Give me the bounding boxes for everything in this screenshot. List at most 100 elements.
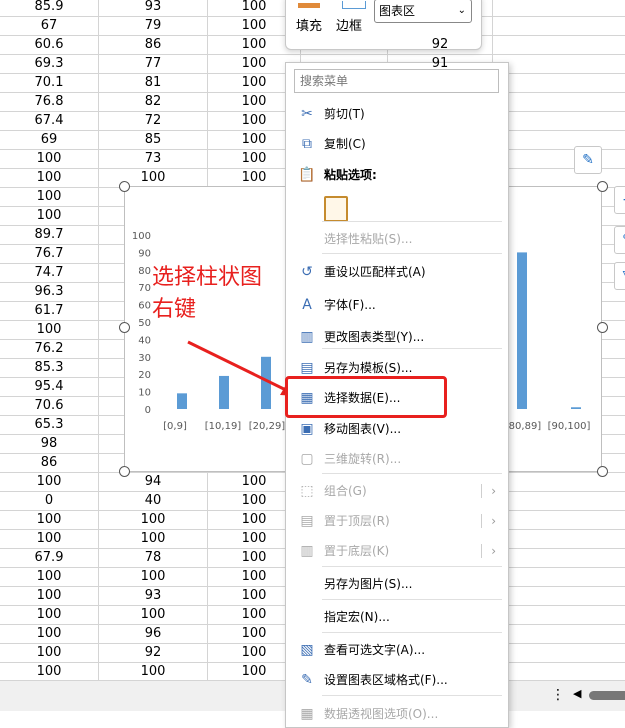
table-cell[interactable]: 72 bbox=[99, 112, 208, 131]
table-cell[interactable]: 100 bbox=[99, 511, 208, 530]
table-cell[interactable]: 76.8 bbox=[0, 93, 99, 112]
table-cell[interactable]: 100 bbox=[0, 188, 99, 207]
resize-handle[interactable] bbox=[597, 322, 608, 333]
fill-icon[interactable] bbox=[298, 3, 320, 8]
resize-handle[interactable] bbox=[119, 181, 130, 192]
menu-item[interactable]: ✎ 设置图表区域格式(F)... bbox=[286, 667, 508, 693]
menu-item[interactable]: ⧉ 复制(C) bbox=[286, 131, 508, 157]
chart-bar[interactable] bbox=[517, 252, 527, 409]
table-cell[interactable]: 96.3 bbox=[0, 283, 99, 302]
table-cell[interactable]: 77 bbox=[99, 55, 208, 74]
chart-bar[interactable] bbox=[571, 407, 581, 409]
menu-item[interactable]: ✂ 剪切(T) bbox=[286, 101, 508, 127]
table-cell[interactable] bbox=[493, 36, 625, 55]
table-cell[interactable]: 100 bbox=[0, 321, 99, 340]
table-cell[interactable]: 92 bbox=[99, 644, 208, 663]
menu-item[interactable]: A 字体(F)... bbox=[286, 292, 508, 318]
scroll-left-icon[interactable]: ◀ bbox=[573, 687, 581, 700]
menu-item[interactable]: ▧ 查看可选文字(A)... bbox=[286, 637, 508, 663]
table-cell[interactable]: 67.4 bbox=[0, 112, 99, 131]
table-cell[interactable]: 89.7 bbox=[0, 226, 99, 245]
table-cell[interactable]: 100 bbox=[99, 568, 208, 587]
table-cell[interactable]: 0 bbox=[0, 492, 99, 511]
chart-brush-icon[interactable]: ✎ bbox=[614, 226, 625, 254]
table-cell[interactable]: 100 bbox=[0, 568, 99, 587]
table-cell[interactable]: 82 bbox=[99, 93, 208, 112]
table-cell[interactable]: 76.2 bbox=[0, 340, 99, 359]
table-cell[interactable]: 85.3 bbox=[0, 359, 99, 378]
chart-style-icon[interactable]: ✎ bbox=[574, 146, 602, 174]
table-cell[interactable]: 100 bbox=[0, 150, 99, 169]
chart-bar[interactable] bbox=[219, 375, 229, 409]
chart-bar[interactable] bbox=[177, 393, 187, 409]
table-cell[interactable]: 61.7 bbox=[0, 302, 99, 321]
horizontal-scrollbar[interactable] bbox=[589, 691, 625, 700]
table-cell[interactable] bbox=[493, 644, 625, 663]
chart-filter-icon[interactable]: ▽ bbox=[614, 262, 625, 290]
fill-button[interactable]: 填充 bbox=[296, 15, 322, 34]
table-cell[interactable]: 73 bbox=[99, 150, 208, 169]
table-cell[interactable]: 85 bbox=[99, 131, 208, 150]
table-cell[interactable]: 93 bbox=[99, 587, 208, 606]
table-cell[interactable] bbox=[493, 74, 625, 93]
table-cell[interactable]: 100 bbox=[0, 587, 99, 606]
table-cell[interactable]: 100 bbox=[0, 644, 99, 663]
table-cell[interactable]: 70.6 bbox=[0, 397, 99, 416]
table-cell[interactable]: 100 bbox=[0, 511, 99, 530]
table-cell[interactable]: 93 bbox=[99, 0, 208, 17]
table-cell[interactable] bbox=[493, 492, 625, 511]
border-button[interactable]: 边框 bbox=[336, 15, 362, 34]
table-cell[interactable]: 60.6 bbox=[0, 36, 99, 55]
table-cell[interactable]: 100 bbox=[0, 530, 99, 549]
chart-elements-icon[interactable]: + bbox=[614, 186, 625, 214]
resize-handle[interactable] bbox=[597, 466, 608, 477]
menu-item[interactable]: 指定宏(N)... bbox=[286, 604, 508, 630]
table-cell[interactable] bbox=[493, 55, 625, 74]
resize-handle[interactable] bbox=[119, 322, 130, 333]
menu-item[interactable]: 另存为图片(S)... bbox=[286, 571, 508, 597]
resize-handle[interactable] bbox=[119, 466, 130, 477]
table-cell[interactable]: 40 bbox=[99, 492, 208, 511]
chart-bar[interactable] bbox=[261, 356, 271, 409]
table-cell[interactable]: 100 bbox=[0, 207, 99, 226]
table-cell[interactable]: 81 bbox=[99, 74, 208, 93]
menu-item[interactable]: 📋 粘贴选项: bbox=[286, 162, 508, 188]
table-cell[interactable] bbox=[493, 112, 625, 131]
table-cell[interactable] bbox=[493, 150, 625, 169]
table-cell[interactable] bbox=[493, 131, 625, 150]
table-cell[interactable]: 76.7 bbox=[0, 245, 99, 264]
table-cell[interactable]: 78 bbox=[99, 549, 208, 568]
border-icon[interactable] bbox=[342, 1, 366, 9]
more-options-icon[interactable]: ⋮ bbox=[551, 687, 565, 703]
table-cell[interactable] bbox=[493, 530, 625, 549]
table-cell[interactable]: 98 bbox=[0, 435, 99, 454]
table-cell[interactable]: 96 bbox=[99, 625, 208, 644]
table-cell[interactable]: 67.9 bbox=[0, 549, 99, 568]
table-cell[interactable] bbox=[493, 625, 625, 644]
table-cell[interactable] bbox=[493, 606, 625, 625]
table-cell[interactable]: 100 bbox=[0, 625, 99, 644]
table-cell[interactable] bbox=[493, 568, 625, 587]
resize-handle[interactable] bbox=[597, 181, 608, 192]
table-cell[interactable]: 100 bbox=[99, 530, 208, 549]
menu-item[interactable]: ▣ 移动图表(V)... bbox=[286, 416, 508, 442]
table-cell[interactable] bbox=[493, 587, 625, 606]
paste-keep-format-icon[interactable] bbox=[324, 196, 348, 222]
table-cell[interactable]: 79 bbox=[99, 17, 208, 36]
table-cell[interactable]: 85.9 bbox=[0, 0, 99, 17]
table-cell[interactable] bbox=[493, 549, 625, 568]
table-cell[interactable]: 86 bbox=[99, 36, 208, 55]
table-cell[interactable]: 67 bbox=[0, 17, 99, 36]
menu-item[interactable]: ↺ 重设以匹配样式(A) bbox=[286, 259, 508, 285]
table-cell[interactable]: 92 bbox=[388, 36, 492, 54]
table-cell[interactable]: 100 bbox=[0, 169, 99, 188]
table-cell[interactable]: 100 bbox=[0, 473, 99, 492]
table-cell[interactable]: 74.7 bbox=[0, 264, 99, 283]
table-cell[interactable]: 70.1 bbox=[0, 74, 99, 93]
table-cell[interactable]: 65.3 bbox=[0, 416, 99, 435]
menu-item[interactable]: ▥ 更改图表类型(Y)... bbox=[286, 324, 508, 350]
table-cell[interactable] bbox=[493, 511, 625, 530]
table-cell[interactable]: 86 bbox=[0, 454, 99, 473]
table-cell[interactable]: 100 bbox=[0, 606, 99, 625]
table-cell[interactable]: 91 bbox=[388, 55, 492, 73]
